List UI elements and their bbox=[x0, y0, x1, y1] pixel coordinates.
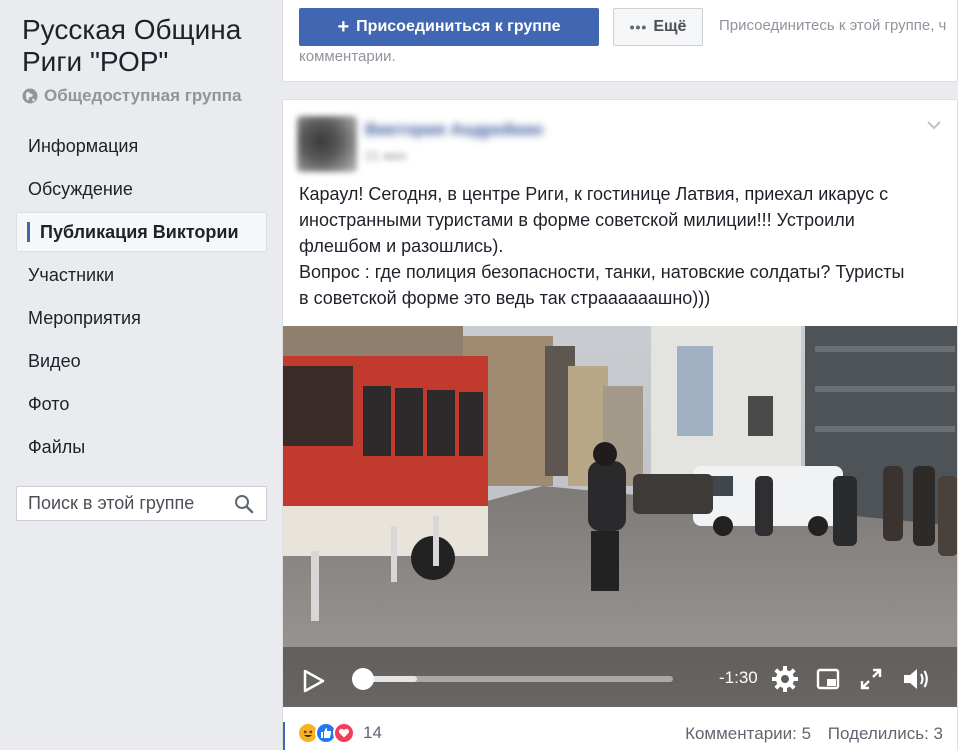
focus-indicator bbox=[283, 722, 285, 750]
post-text-line: флешбом и разошлись). bbox=[299, 236, 504, 256]
group-search-input[interactable]: Поиск в этой группе bbox=[16, 486, 267, 521]
nav-item-label: Файлы bbox=[28, 436, 86, 457]
reaction-count: 14 bbox=[363, 723, 382, 742]
more-dots-icon: ••• bbox=[629, 19, 648, 35]
search-placeholder: Поиск в этой группе bbox=[28, 493, 195, 513]
plus-icon: + bbox=[337, 15, 350, 38]
nav-item-label: Видео bbox=[28, 350, 81, 371]
video-progress-track[interactable] bbox=[357, 676, 673, 682]
love-icon bbox=[333, 722, 355, 744]
nav-item-label: Мероприятия bbox=[28, 307, 141, 328]
nav-item-label: Публикация Виктории bbox=[40, 221, 239, 242]
nav-item-files[interactable]: Файлы bbox=[16, 427, 267, 467]
post-text-line: иностранными туристами в форме советской… bbox=[299, 210, 855, 230]
join-group-button[interactable]: + Присоединиться к группе bbox=[299, 8, 599, 46]
haha-face-icon bbox=[303, 730, 313, 737]
group-sidebar: Русская Община Риги "РОР" Общедоступная … bbox=[0, 0, 280, 750]
gear-icon[interactable] bbox=[771, 665, 799, 693]
volume-icon[interactable] bbox=[902, 665, 932, 693]
fullscreen-icon[interactable] bbox=[859, 667, 883, 691]
chevron-down-icon[interactable] bbox=[925, 116, 943, 134]
post-footer: 14 Комментарии: 5 Поделились: 3 bbox=[283, 714, 957, 750]
nav-item-photos[interactable]: Фото bbox=[16, 384, 267, 424]
post-timestamp[interactable]: 21 мин bbox=[365, 148, 406, 163]
post-card: Виктория Андрейкин 21 мин Караул! Сегодн… bbox=[282, 99, 958, 750]
group-nav: Информация Обсуждение Публикация Виктори… bbox=[16, 126, 267, 470]
play-icon[interactable] bbox=[303, 669, 325, 693]
post-text-line: Караул! Сегодня, в центре Риги, к гостин… bbox=[299, 184, 889, 204]
video-frame bbox=[283, 326, 957, 707]
nav-item-label: Информация bbox=[28, 135, 139, 156]
join-hint-continued: комментарии. bbox=[299, 48, 396, 65]
join-card: + Присоединиться к группе ••• Ещё Присое… bbox=[282, 0, 958, 82]
group-privacy-label: Общедоступная группа bbox=[44, 86, 242, 105]
thumbs-up-icon bbox=[321, 728, 332, 738]
reactions-summary[interactable]: 14 bbox=[297, 722, 382, 744]
nav-item-label: Фото bbox=[28, 393, 70, 414]
post-text-line: в советской форме это ведь так страааааа… bbox=[299, 288, 711, 308]
nav-item-members[interactable]: Участники bbox=[16, 255, 267, 295]
shares-count-link[interactable]: Поделились: 3 bbox=[828, 724, 943, 743]
post-text-line: Вопрос : где полиция безопасности, танки… bbox=[299, 262, 905, 282]
post-author[interactable]: Виктория Андрейкин bbox=[365, 120, 543, 140]
group-title[interactable]: Русская Община Риги "РОР" bbox=[22, 14, 272, 78]
video-scrubber-handle[interactable] bbox=[352, 668, 374, 690]
heart-icon bbox=[338, 728, 350, 738]
active-indicator bbox=[27, 222, 30, 242]
post-stats: Комментарии: 5 Поделились: 3 bbox=[673, 724, 943, 744]
avatar[interactable] bbox=[297, 116, 357, 172]
nav-item-events[interactable]: Мероприятия bbox=[16, 298, 267, 338]
post-text: Караул! Сегодня, в центре Риги, к гостин… bbox=[299, 181, 949, 311]
video-player[interactable]: -1:30 bbox=[283, 326, 957, 707]
nav-item-post[interactable]: Публикация Виктории bbox=[16, 212, 267, 252]
search-icon[interactable] bbox=[234, 494, 254, 514]
more-label: Ещё bbox=[653, 18, 687, 35]
nav-item-label: Обсуждение bbox=[28, 178, 133, 199]
comments-count-link[interactable]: Комментарии: 5 bbox=[685, 724, 811, 743]
video-time-remaining: -1:30 bbox=[719, 668, 758, 687]
group-privacy: Общедоступная группа bbox=[22, 86, 241, 106]
picture-in-picture-icon[interactable] bbox=[816, 667, 840, 691]
join-hint: Присоединитесь к этой группе, ч bbox=[719, 17, 947, 34]
nav-item-info[interactable]: Информация bbox=[16, 126, 267, 166]
more-button[interactable]: ••• Ещё bbox=[613, 8, 703, 46]
join-group-label: Присоединиться к группе bbox=[356, 18, 561, 35]
nav-item-discussion[interactable]: Обсуждение bbox=[16, 169, 267, 209]
globe-icon bbox=[22, 88, 38, 104]
nav-item-videos[interactable]: Видео bbox=[16, 341, 267, 381]
nav-item-label: Участники bbox=[28, 264, 114, 285]
